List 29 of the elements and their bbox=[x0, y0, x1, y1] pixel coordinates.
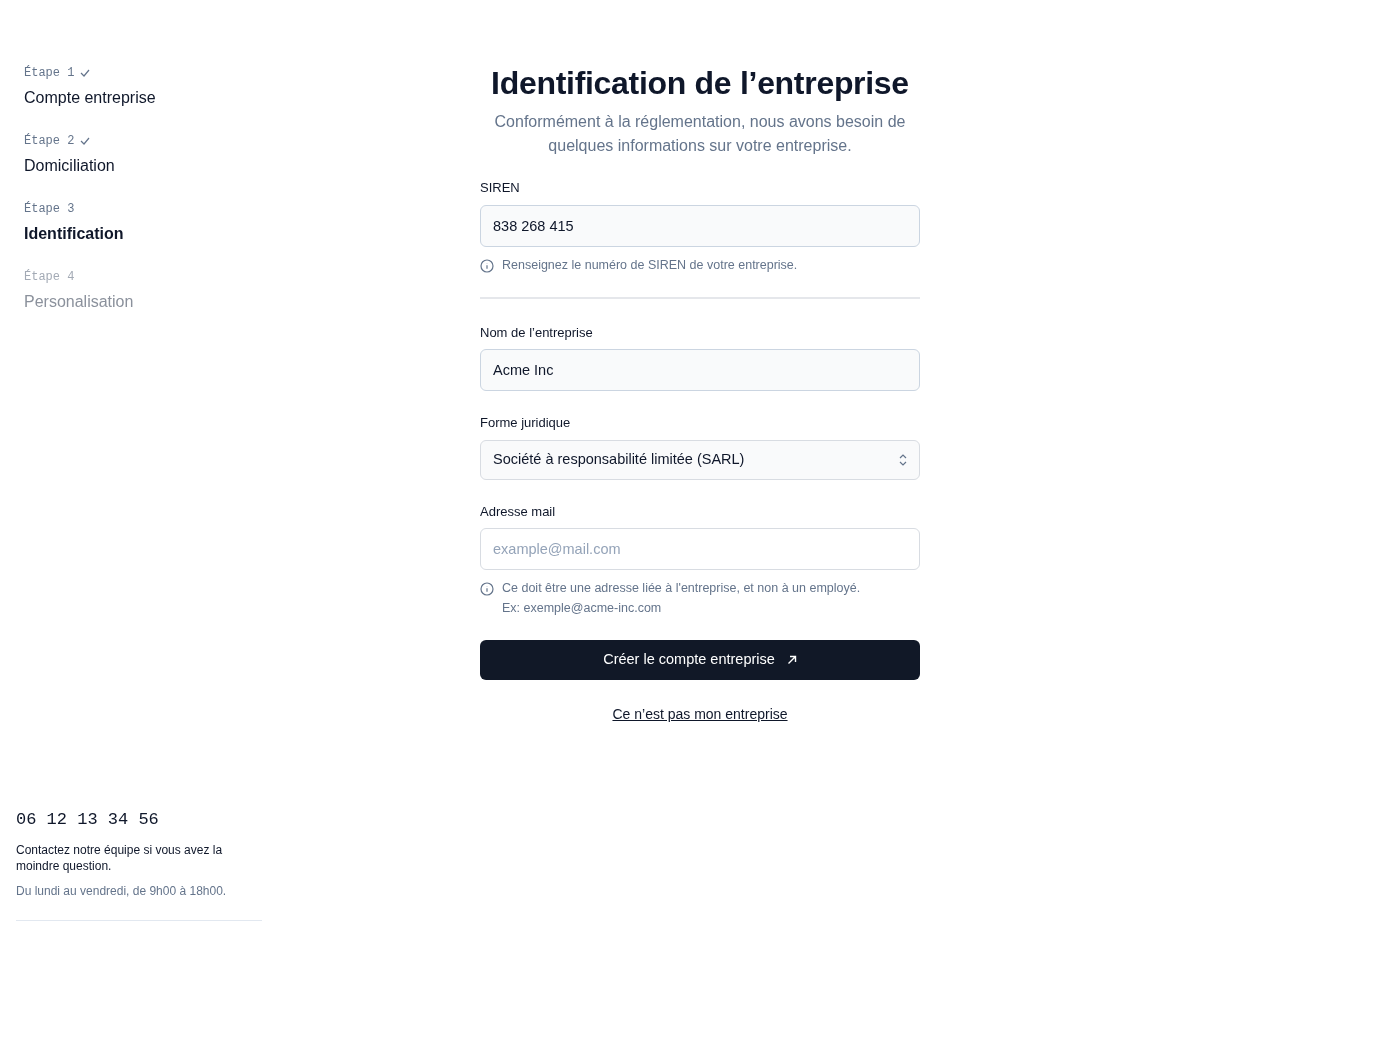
page-title: Identification de l’entreprise bbox=[490, 64, 910, 102]
hint-text: Ce doit être une adresse liée à l'entreprise, et non à un employé. bbox=[502, 580, 861, 596]
field-label: Forme juridique bbox=[480, 414, 572, 432]
arrow-up-right-icon bbox=[786, 655, 797, 665]
phone-number: 06 12 13 34 56 bbox=[16, 808, 160, 831]
field-label: SIREN bbox=[480, 179, 521, 197]
chevron-updown-icon bbox=[899, 453, 907, 466]
legal-form-select[interactable]: Société à responsabilité limitée (SARL) bbox=[480, 439, 920, 480]
field-label: Adresse mail bbox=[480, 502, 557, 521]
input-field[interactable]: 838 268 415 bbox=[480, 204, 920, 247]
step-title[interactable]: Domiciliation bbox=[24, 154, 480, 178]
input-field[interactable]: example@mail.com bbox=[480, 528, 920, 570]
info-icon bbox=[480, 582, 494, 596]
step-title[interactable]: Compte entreprise bbox=[24, 86, 480, 110]
not-my-company-link[interactable]: Ce n’est pas mon entreprise bbox=[612, 704, 788, 725]
step-label: Étape 3 bbox=[24, 200, 75, 218]
input-field[interactable]: Acme Inc bbox=[480, 349, 920, 391]
create-account-button[interactable]: Créer le compte entreprise bbox=[480, 640, 920, 680]
page-subtitle: Conformément à la réglementation, nous avons besoin de quelques informations sur votre entreprise. bbox=[493, 112, 907, 156]
step-label: Étape 4 bbox=[24, 268, 75, 286]
info-icon bbox=[480, 258, 494, 273]
hint-text: Renseignez le numéro de SIREN de votre entreprise. bbox=[502, 256, 798, 273]
hint-text: Ex: exemple@acme-inc.com bbox=[502, 600, 663, 616]
step-title[interactable]: Identification bbox=[24, 222, 480, 246]
field-label: Nom de l’entreprise bbox=[480, 323, 594, 342]
step-label: Étape 1 bbox=[24, 64, 75, 82]
step-label: Étape 2 bbox=[24, 132, 75, 150]
contact-message: Contactez notre équipe si vous avez la moindre question. bbox=[16, 842, 224, 874]
office-hours: Du lundi au vendredi, de 9h00 à 18h00. bbox=[16, 882, 262, 921]
